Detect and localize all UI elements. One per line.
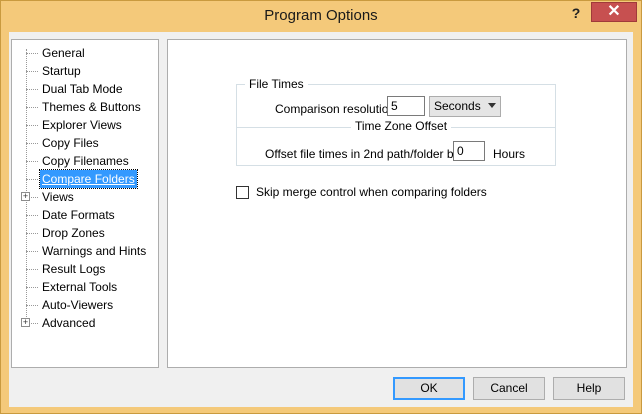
- tree-branch-line: [26, 269, 38, 270]
- file-times-group: File Times Comparison resolution 5 Secon…: [236, 77, 556, 166]
- time-zone-offset-title: Time Zone Offset: [351, 119, 452, 133]
- tree-branch-line: [26, 287, 38, 288]
- expand-icon[interactable]: +: [21, 318, 30, 327]
- comparison-resolution-input[interactable]: 5: [387, 96, 425, 116]
- tree-item-label: Result Logs: [42, 262, 106, 276]
- window-title: Program Options: [264, 7, 378, 24]
- tree-item-label: External Tools: [42, 280, 118, 294]
- chevron-down-icon: [488, 103, 496, 108]
- close-button[interactable]: ✕: [591, 2, 637, 22]
- cancel-button[interactable]: Cancel: [473, 377, 545, 400]
- tree-item-label: Explorer Views: [42, 118, 122, 132]
- help-icon[interactable]: ?: [567, 4, 585, 22]
- options-panel: File Times Comparison resolution 5 Secon…: [167, 39, 627, 368]
- tree-branch-line: [26, 179, 38, 180]
- skip-merge-label[interactable]: Skip merge control when comparing folder…: [256, 185, 487, 199]
- tree-item-label: Copy Files: [42, 136, 99, 150]
- tree-branch-line: [26, 215, 38, 216]
- tree-item-label: Views: [42, 190, 74, 204]
- tree-branch-line: [26, 233, 38, 234]
- tree-branch-line: [26, 143, 38, 144]
- tree-branch-line: [26, 107, 38, 108]
- tree-branch-line: [26, 89, 38, 90]
- tree-branch-line: [26, 161, 38, 162]
- options-tree[interactable]: General Startup Dual Tab Mode Themes & Butt…: [11, 39, 159, 368]
- dialog-client: General Startup Dual Tab Mode Themes & Butt…: [9, 32, 633, 407]
- skip-merge-checkbox[interactable]: [236, 186, 249, 199]
- offset-hours-input[interactable]: 0: [453, 141, 485, 161]
- program-options-window: Program Options ? ✕ General Startup Dual T…: [0, 0, 642, 414]
- expand-icon[interactable]: +: [21, 192, 30, 201]
- tree-item-label: Dual Tab Mode: [42, 82, 123, 96]
- tree-item-label: Themes & Buttons: [42, 100, 141, 114]
- resolution-unit-value: Seconds: [434, 99, 481, 113]
- tree-branch-line: [26, 251, 38, 252]
- tree-branch-line: [26, 53, 38, 54]
- tree-item-label: Date Formats: [42, 208, 115, 222]
- tree-item-label: Startup: [42, 64, 81, 78]
- tree-item-label: Drop Zones: [42, 226, 105, 240]
- tree-item-label: Advanced: [42, 316, 96, 330]
- file-times-title: File Times: [245, 77, 308, 91]
- tree-item-label: General: [42, 46, 85, 60]
- ok-button[interactable]: OK: [393, 377, 465, 400]
- tree-item-label: Copy Filenames: [42, 154, 129, 168]
- resolution-unit-select[interactable]: Seconds: [429, 96, 501, 117]
- comparison-resolution-label: Comparison resolution: [275, 102, 396, 116]
- tree-item-label: Auto-Viewers: [42, 298, 114, 312]
- tree-item-label: Compare Folders: [39, 169, 138, 189]
- tree-branch-line: [26, 71, 38, 72]
- tree-item-label: Warnings and Hints: [42, 244, 147, 258]
- tree-branch-line: [26, 125, 38, 126]
- hours-label: Hours: [493, 147, 526, 161]
- title-bar[interactable]: Program Options ? ✕: [1, 1, 641, 32]
- tree-branch-line: [26, 305, 38, 306]
- offset-label: Offset file times in 2nd path/folder by: [265, 147, 460, 161]
- help-button[interactable]: Help: [553, 377, 625, 400]
